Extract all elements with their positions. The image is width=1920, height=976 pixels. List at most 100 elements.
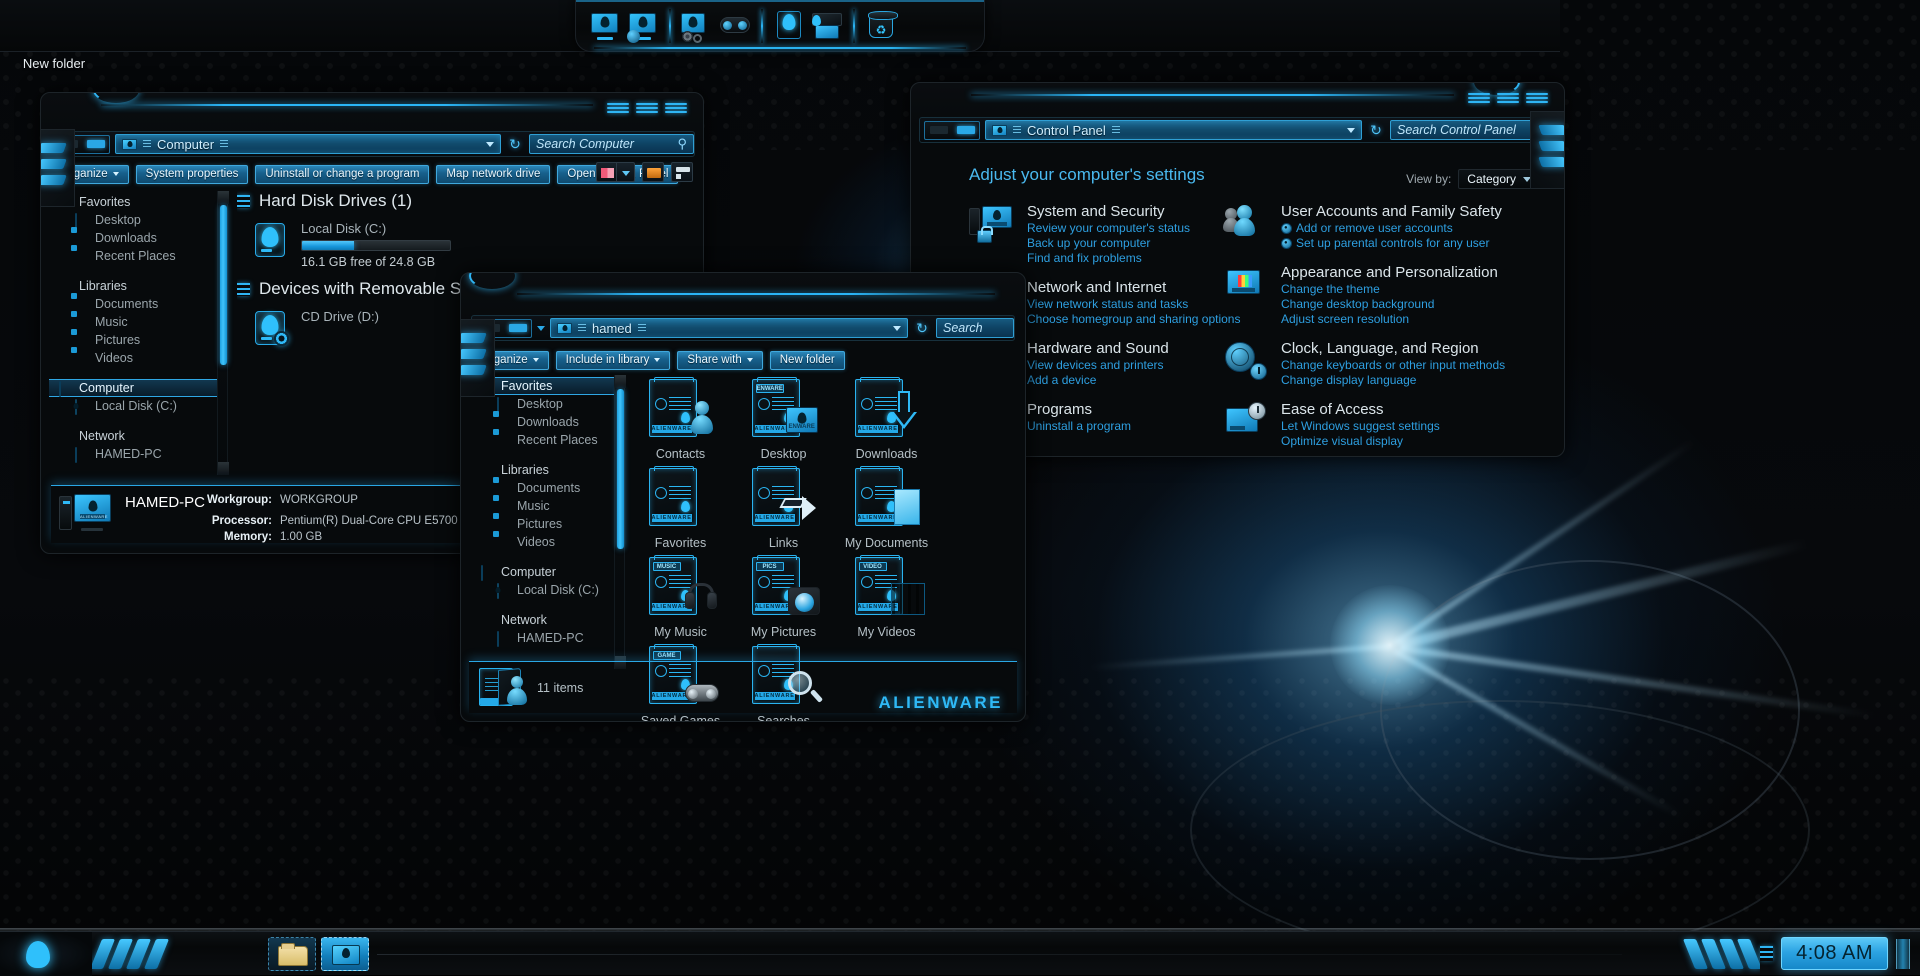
close-button[interactable]	[1526, 91, 1548, 105]
system-tray[interactable]: 4:08 AM	[1760, 937, 1920, 970]
sidebar-item-recent-places[interactable]: Recent Places	[49, 247, 217, 265]
category-link[interactable]: Adjust screen resolution	[1281, 312, 1498, 327]
toolbar-button-organize[interactable]: Organize	[471, 351, 549, 370]
back-forward-buttons[interactable]	[54, 135, 110, 154]
folder-item[interactable]: ENWAREALIENWAREENWAREDesktop	[732, 375, 835, 461]
gamepad-icon[interactable]	[718, 9, 752, 43]
sidebar-item-recent-places[interactable]: Recent Places	[471, 431, 616, 449]
refresh-icon[interactable]: ↻	[913, 319, 931, 337]
group-collapse-icon[interactable]	[237, 283, 250, 296]
ease-of-access-icon[interactable]	[1223, 401, 1267, 441]
sidebar-item-videos[interactable]: Videos	[471, 533, 616, 551]
system-security-icon[interactable]	[969, 203, 1013, 243]
scrollbar-up-cap[interactable]	[615, 375, 626, 388]
taskbar[interactable]: 4:08 AM	[0, 931, 1920, 975]
toolbar-button-map-network-drive[interactable]: Map network drive	[436, 165, 550, 184]
category-title[interactable]: Ease of Access	[1281, 401, 1440, 418]
group-collapse-icon[interactable]	[237, 195, 250, 208]
toolbar-button-new-folder[interactable]: New folder	[770, 351, 845, 370]
folder-item[interactable]: ALIENWAREContacts	[629, 375, 732, 461]
toolbar-button-uninstall-or-change-a-program[interactable]: Uninstall or change a program	[255, 165, 429, 184]
category-link[interactable]: Review your computer's status	[1027, 221, 1190, 236]
nav-pane-scrollbar[interactable]	[614, 375, 625, 669]
category-title[interactable]: System and Security	[1027, 203, 1190, 220]
start-button[interactable]	[0, 932, 92, 976]
maximize-button[interactable]	[636, 101, 658, 115]
taskbar-app-list[interactable]	[262, 937, 369, 971]
sidebar-item-favorites[interactable]: ☆Favorites	[49, 193, 217, 211]
navigation-bar[interactable]: Computer ↻ Search Computer ⚲	[49, 131, 695, 157]
scrollbar-down-cap[interactable]	[218, 462, 229, 475]
view-by-control[interactable]: View by: Category	[1406, 169, 1540, 189]
change-view-button[interactable]	[596, 162, 635, 182]
drive-item[interactable]: Local Disk (C:)16.1 GB free of 24.8 GB	[237, 215, 693, 279]
toolbar-button-share-with[interactable]: Share with	[677, 351, 762, 370]
scrollbar-thumb[interactable]	[617, 389, 624, 549]
toolbar-button-include-in-library[interactable]: Include in library	[556, 351, 671, 370]
command-toolbar[interactable]: Organize Include in library Share with New …	[471, 349, 1015, 371]
sidebar-item-favorites[interactable]: ☆Favorites	[471, 377, 616, 395]
category-link[interactable]: Add or remove user accounts	[1281, 221, 1502, 236]
computer-monitor-icon[interactable]	[588, 9, 622, 43]
taskbar-computer[interactable]	[321, 937, 369, 971]
recycle-bin-icon[interactable]	[864, 9, 898, 43]
control-panel-category[interactable]: Ease of AccessLet Windows suggest settin…	[1223, 401, 1523, 449]
scrollbar-up-cap[interactable]	[218, 191, 229, 204]
search-input[interactable]: Search Computer ⚲	[529, 134, 694, 154]
view-by-select[interactable]: Category	[1458, 169, 1540, 189]
folder-item[interactable]: PICSALIENWAREMy Pictures	[732, 553, 835, 639]
address-dropdown-icon[interactable]	[893, 326, 901, 331]
scrollbar-thumb[interactable]	[220, 205, 227, 365]
network-monitor-icon[interactable]	[626, 9, 660, 43]
sidebar-item-hamed-pc[interactable]: HAMED-PC	[49, 445, 217, 463]
window-controls[interactable]	[607, 101, 687, 115]
category-link[interactable]: Change desktop background	[1281, 297, 1498, 312]
category-link[interactable]: Change the theme	[1281, 282, 1498, 297]
show-hidden-icons-icon[interactable]	[1760, 946, 1773, 961]
address-dropdown-icon[interactable]	[1347, 128, 1355, 133]
navigation-bar[interactable]: Control Panel ↻ Search Control Panel ⚲	[919, 117, 1556, 143]
user-folder-window[interactable]: hamed ↻ Search Organize Include in librar…	[460, 272, 1026, 722]
category-title[interactable]: Programs	[1027, 401, 1131, 418]
window-controls[interactable]	[1468, 91, 1548, 105]
address-bar[interactable]: hamed	[550, 318, 908, 338]
category-link[interactable]: View network status and tasks	[1027, 297, 1240, 312]
control-panel-icon[interactable]	[680, 9, 714, 43]
show-desktop-button[interactable]	[1896, 939, 1910, 969]
sidebar-item-hamed-pc[interactable]: HAMED-PC	[471, 629, 616, 647]
toolbar-button-organize[interactable]: Organize	[51, 165, 129, 184]
control-panel-category[interactable]: Clock, Language, and RegionChange keyboa…	[1223, 340, 1523, 388]
minimize-button[interactable]	[607, 101, 629, 115]
category-title[interactable]: Appearance and Personalization	[1281, 264, 1498, 281]
category-link[interactable]: Uninstall a program	[1027, 419, 1131, 434]
folder-item[interactable]: ALIENWAREFavorites	[629, 464, 732, 550]
group-header[interactable]: Hard Disk Drives (1)	[237, 191, 693, 211]
alienware-drive-icon[interactable]	[772, 9, 806, 43]
sidebar-item-local-disk-c-[interactable]: Local Disk (C:)	[471, 581, 616, 599]
folder-item[interactable]: MUSICALIENWAREMy Music	[629, 553, 732, 639]
refresh-icon[interactable]: ↻	[1367, 121, 1385, 139]
toolbar-button-system-properties[interactable]: System properties	[136, 165, 249, 184]
appearance-icon[interactable]	[1223, 264, 1267, 304]
folder-item[interactable]: ALIENWAREMy Documents	[835, 464, 938, 550]
close-button[interactable]	[665, 101, 687, 115]
back-forward-buttons[interactable]	[476, 319, 532, 338]
search-input[interactable]: Search Control Panel ⚲	[1390, 120, 1555, 140]
folder-item[interactable]: VIDEOALIENWAREMy Videos	[835, 553, 938, 639]
category-title[interactable]: User Accounts and Family Safety	[1281, 203, 1502, 220]
top-dock[interactable]	[575, 0, 985, 52]
search-input[interactable]: Search	[936, 318, 1014, 338]
recent-pages-icon[interactable]	[537, 326, 545, 331]
control-panel-right-column[interactable]: User Accounts and Family SafetyAdd or re…	[1223, 203, 1523, 457]
category-link[interactable]: Change keyboards or other input methods	[1281, 358, 1505, 373]
taskbar-explorer[interactable]	[268, 937, 316, 971]
category-title[interactable]: Network and Internet	[1027, 279, 1240, 296]
navigation-pane[interactable]: ☆FavoritesDesktopDownloadsRecent PlacesL…	[49, 193, 217, 473]
control-panel-category[interactable]: User Accounts and Family SafetyAdd or re…	[1223, 203, 1523, 251]
category-link[interactable]: Choose homegroup and sharing options	[1027, 312, 1240, 327]
sidebar-item-local-disk-c-[interactable]: Local Disk (C:)	[49, 397, 217, 415]
category-link[interactable]: Optimize visual display	[1281, 434, 1440, 449]
clock[interactable]: 4:08 AM	[1781, 937, 1888, 970]
sidebar-item-videos[interactable]: Videos	[49, 349, 217, 367]
control-panel-category[interactable]: System and SecurityReview your computer'…	[969, 203, 1259, 266]
